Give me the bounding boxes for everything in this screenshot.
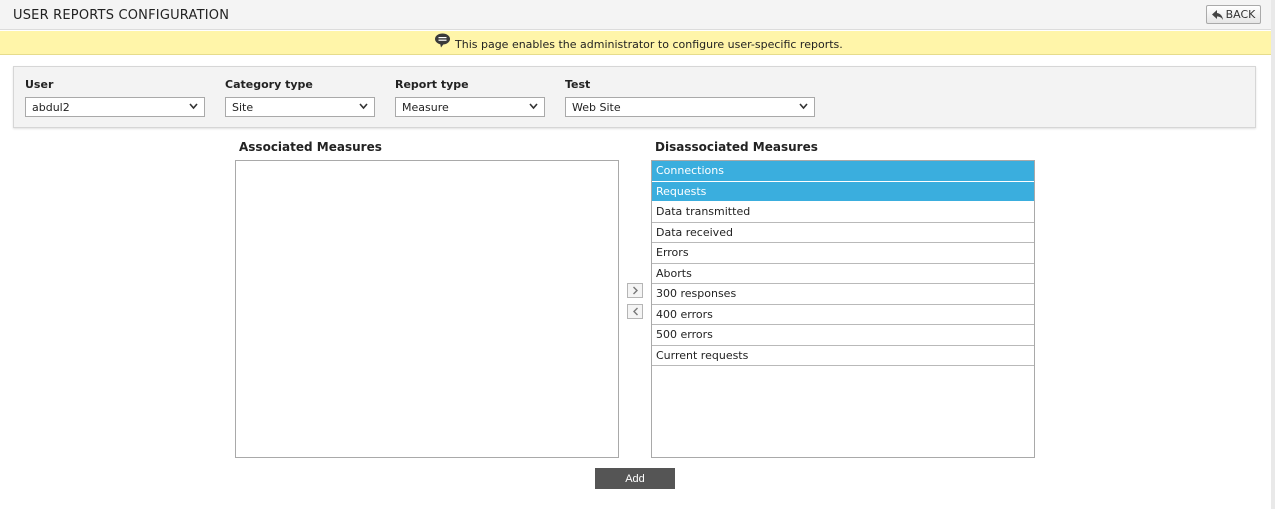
list-item[interactable]: Data received bbox=[652, 223, 1034, 243]
back-button[interactable]: BACK bbox=[1206, 5, 1261, 24]
list-item[interactable]: Current requests bbox=[652, 346, 1034, 366]
disassociated-measures-list[interactable]: Connections Requests Data transmitted Data … bbox=[651, 160, 1035, 458]
list-item[interactable]: Connections bbox=[652, 161, 1034, 182]
test-label: Test bbox=[565, 78, 591, 91]
list-item[interactable]: Errors bbox=[652, 243, 1034, 264]
report-type-label: Report type bbox=[395, 78, 469, 91]
report-type-select[interactable]: Measure bbox=[395, 97, 545, 117]
associated-measures-list[interactable] bbox=[235, 160, 619, 458]
list-item[interactable]: 500 errors bbox=[652, 325, 1034, 346]
chevron-down-icon bbox=[359, 103, 368, 110]
category-type-select-value: Site bbox=[232, 100, 254, 114]
info-bar: This page enables the administrator to c… bbox=[0, 31, 1271, 55]
chevron-left-icon bbox=[632, 307, 638, 316]
test-select-value: Web Site bbox=[572, 100, 621, 114]
category-type-select[interactable]: Site bbox=[225, 97, 375, 117]
user-select-value: abdul2 bbox=[32, 100, 70, 114]
category-type-label: Category type bbox=[225, 78, 313, 91]
header-bar: USER REPORTS CONFIGURATION BACK bbox=[0, 0, 1271, 30]
report-type-select-value: Measure bbox=[402, 100, 449, 114]
chevron-down-icon bbox=[189, 103, 198, 110]
speech-bubble-icon bbox=[435, 33, 450, 48]
list-item[interactable]: 400 errors bbox=[652, 305, 1034, 325]
move-left-button[interactable] bbox=[627, 304, 643, 319]
user-select[interactable]: abdul2 bbox=[25, 97, 205, 117]
list-item[interactable]: Aborts bbox=[652, 264, 1034, 284]
back-button-label: BACK bbox=[1225, 8, 1256, 21]
list-item[interactable]: Data transmitted bbox=[652, 202, 1034, 223]
list-item[interactable]: 300 responses bbox=[652, 284, 1034, 305]
chevron-right-icon bbox=[632, 286, 638, 295]
filter-panel: User abdul2 Category type Site Report ty… bbox=[13, 66, 1256, 128]
move-right-button[interactable] bbox=[627, 283, 643, 298]
back-arrow-icon bbox=[1211, 9, 1223, 20]
user-label: User bbox=[25, 78, 54, 91]
info-message: This page enables the administrator to c… bbox=[455, 38, 843, 51]
disassociated-measures-heading: Disassociated Measures bbox=[655, 140, 818, 154]
test-select[interactable]: Web Site bbox=[565, 97, 815, 117]
list-item[interactable]: Requests bbox=[652, 181, 1034, 202]
associated-measures-heading: Associated Measures bbox=[239, 140, 382, 154]
add-button[interactable]: Add bbox=[595, 468, 675, 489]
chevron-down-icon bbox=[799, 103, 808, 110]
page-title: USER REPORTS CONFIGURATION bbox=[13, 8, 230, 23]
window-scrollbar[interactable] bbox=[1271, 0, 1275, 509]
chevron-down-icon bbox=[529, 103, 538, 110]
